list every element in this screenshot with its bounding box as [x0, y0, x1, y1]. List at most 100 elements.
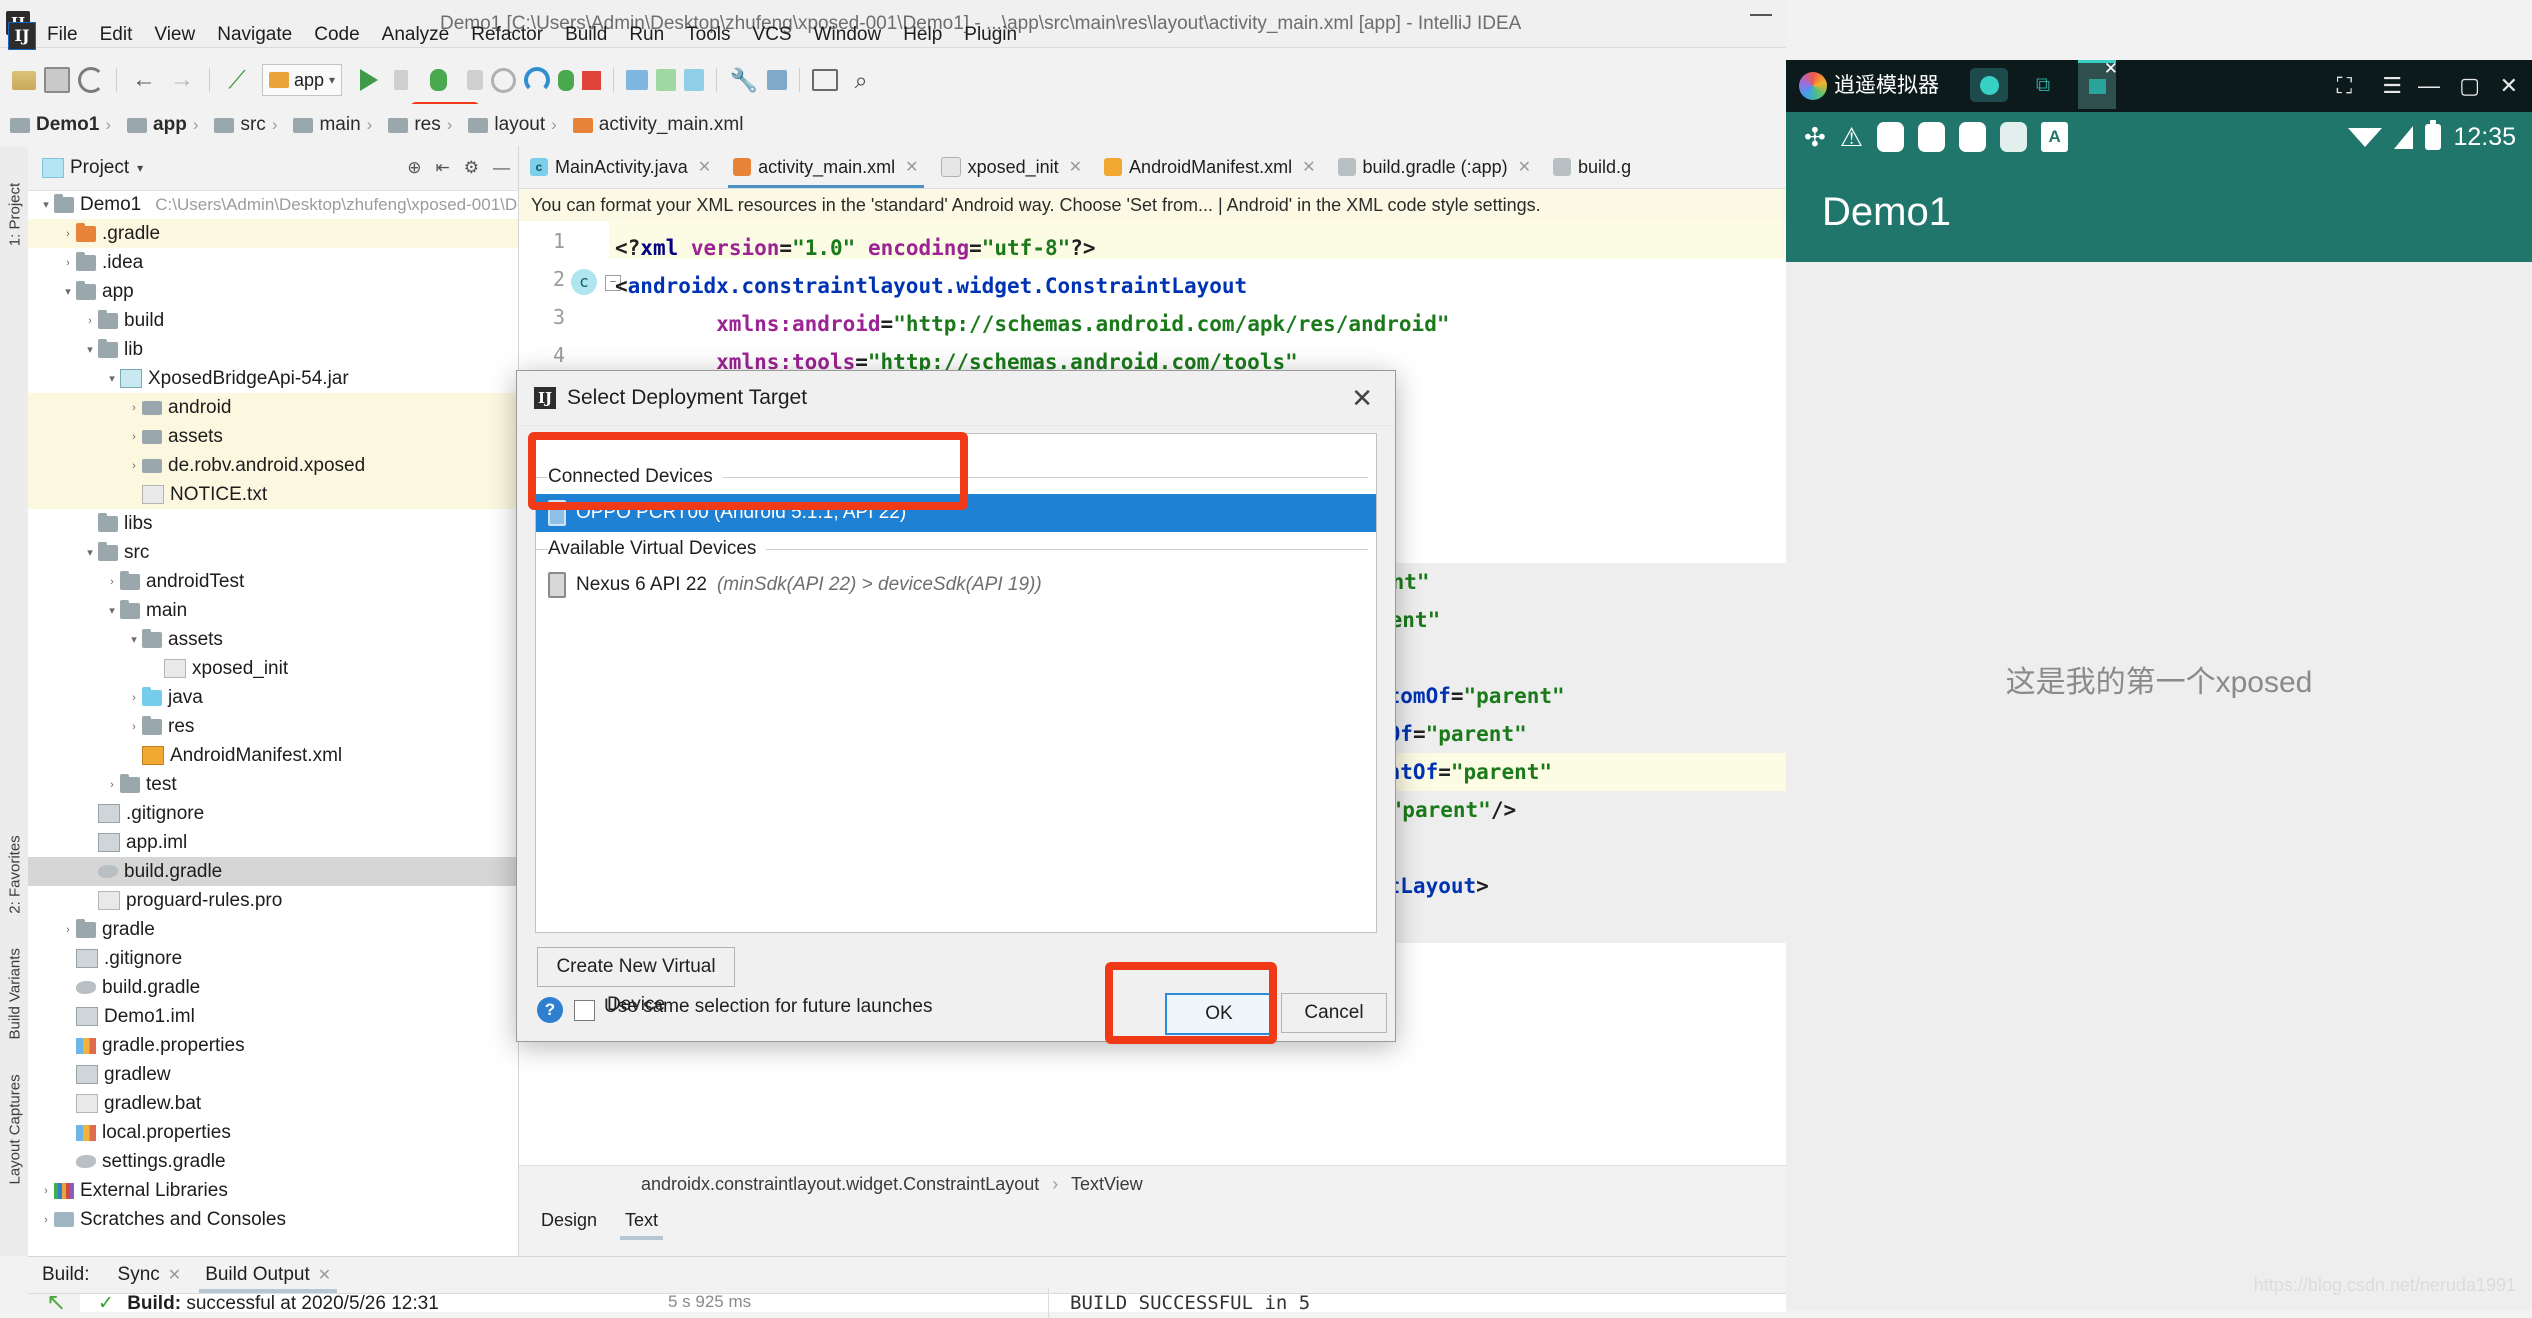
menu-item-tools[interactable]: Tools [675, 18, 741, 52]
chevron-right-icon[interactable]: › [126, 431, 142, 443]
terminal-icon[interactable] [812, 69, 839, 91]
chevron-right-icon[interactable]: › [82, 315, 98, 327]
sdk-manager-icon[interactable] [656, 69, 677, 91]
strip-label-build-variants[interactable]: Build Variants [7, 948, 24, 1039]
close-icon[interactable]: ✕ [905, 157, 918, 177]
tree-row[interactable]: app.iml [28, 828, 518, 857]
close-icon[interactable]: ✕ [168, 1265, 181, 1285]
cancel-button[interactable]: Cancel [1281, 993, 1387, 1033]
tree-row[interactable]: › java [28, 683, 518, 712]
chevron-down-icon[interactable]: ▾ [60, 285, 76, 298]
minimize-icon[interactable]: — [2418, 60, 2440, 112]
tree-row[interactable]: gradlew [28, 1060, 518, 1089]
menu-item-run[interactable]: Run [618, 18, 675, 52]
breadcrumb-item-main[interactable]: main [293, 114, 361, 136]
chevron-right-icon[interactable]: › [38, 1214, 54, 1226]
chevron-right-icon[interactable]: › [60, 228, 76, 240]
close-icon[interactable]: ✕ [1351, 384, 1373, 412]
tree-row[interactable]: build.gradle [28, 973, 518, 1002]
tree-row[interactable]: › Scratches and Consoles [28, 1205, 518, 1234]
menu-item-file[interactable]: File [36, 18, 89, 52]
back-arrow-icon[interactable]: ← [129, 65, 159, 95]
menu-item-edit[interactable]: Edit [89, 18, 144, 52]
maximize-icon[interactable]: ▢ [2459, 60, 2480, 112]
tab-design[interactable]: Design [541, 1210, 597, 1240]
tree-row[interactable]: settings.gradle [28, 1147, 518, 1176]
chevron-down-icon[interactable]: ▾ [82, 546, 98, 559]
editor-tab-activity-main-xml[interactable]: activity_main.xml ✕ [722, 146, 929, 188]
tree-row[interactable]: › .idea [28, 248, 518, 277]
build-result-row[interactable]: ✓ Build: successful at 2020/5/26 12:31 [98, 1292, 439, 1315]
use-same-selection-checkbox[interactable] [574, 1000, 595, 1021]
close-icon[interactable]: ✕ [318, 1265, 331, 1285]
window-minimize-button[interactable] [1750, 14, 1772, 16]
tree-row[interactable]: ▾ XposedBridgeApi-54.jar [28, 364, 518, 393]
analyze-icon[interactable] [524, 67, 551, 93]
chevron-right-icon[interactable]: › [126, 721, 142, 733]
tree-row[interactable]: › test [28, 770, 518, 799]
device-list[interactable]: Connected Devices OPPO PCRT00 (Android 5… [535, 433, 1377, 933]
breadcrumb-item-demo1[interactable]: Demo1 [10, 114, 99, 136]
close-icon[interactable]: ✕ [2500, 60, 2518, 112]
project-tree[interactable]: ▾ Demo1 C:\Users\Admin\Desktop\zhufeng\xpo… [28, 190, 518, 1256]
strip-label-layout-captures[interactable]: Layout Captures [7, 1074, 24, 1184]
tree-row[interactable]: ▾ assets [28, 625, 518, 654]
tab-text[interactable]: Text [620, 1210, 664, 1240]
device-row-connected[interactable]: OPPO PCRT00 (Android 5.1.1, API 22) [536, 494, 1376, 532]
chevron-right-icon[interactable]: › [60, 924, 76, 936]
breadcrumb-item-activity-main-xml[interactable]: activity_main.xml [572, 114, 743, 136]
module-selector[interactable]: app ▾ [262, 64, 343, 96]
tab-sync[interactable]: Sync ✕ [108, 1257, 192, 1293]
ok-button[interactable]: OK [1165, 993, 1273, 1035]
menu-item-plugin[interactable]: Plugin [953, 18, 1028, 52]
chevron-down-icon[interactable]: ▾ [38, 198, 54, 211]
emulator-tab-second[interactable]: ⧉ [2024, 68, 2062, 102]
tab-build-output[interactable]: Build Output ✕ [195, 1257, 341, 1293]
editor-tab-build-gradle---app-[interactable]: build.gradle (:app) ✕ [1327, 146, 1543, 188]
strip-label-favorites[interactable]: 2: Favorites [7, 830, 24, 920]
menu-item-code[interactable]: Code [303, 18, 370, 52]
chevron-down-icon[interactable]: ▾ [82, 343, 98, 356]
chevron-right-icon[interactable]: › [60, 257, 76, 269]
tree-row[interactable]: ▾ main [28, 596, 518, 625]
wrench-icon[interactable]: 🔧 [729, 65, 759, 95]
editor-tab-mainactivity-java[interactable]: c MainActivity.java ✕ [519, 146, 722, 188]
tree-row[interactable]: ▾ lib [28, 335, 518, 364]
sync-project-icon[interactable] [684, 69, 705, 91]
tree-row[interactable]: › android [28, 393, 518, 422]
tree-row[interactable]: local.properties [28, 1118, 518, 1147]
tree-row[interactable]: › de.robv.android.xposed [28, 451, 518, 480]
search-icon[interactable]: ⌕ [846, 65, 876, 95]
tree-row[interactable]: ▾ Demo1 C:\Users\Admin\Desktop\zhufeng\xpo… [28, 190, 518, 219]
chevron-right-icon[interactable]: › [126, 460, 142, 472]
save-icon[interactable] [44, 67, 70, 93]
tree-row[interactable]: .gitignore [28, 944, 518, 973]
avd-manager-icon[interactable] [626, 70, 649, 90]
editor-tab-xposed-init[interactable]: xposed_init ✕ [930, 146, 1093, 188]
chevron-right-icon[interactable]: › [104, 779, 120, 791]
menu-item-help[interactable]: Help [892, 18, 953, 52]
target-icon[interactable]: ⊕ [407, 158, 421, 178]
tree-row[interactable]: › .gradle [28, 219, 518, 248]
editor-tab-build-g[interactable]: build.g [1542, 146, 1642, 188]
tree-row[interactable]: › res [28, 712, 518, 741]
breadcrumb-item-res[interactable]: res [388, 114, 441, 136]
open-folder-icon[interactable] [12, 70, 36, 90]
menu-item-vcs[interactable]: VCS [742, 18, 803, 52]
debug-attach-icon[interactable] [558, 69, 575, 91]
close-icon[interactable]: ✕ [1518, 157, 1531, 177]
tree-row[interactable]: › build [28, 306, 518, 335]
collapse-all-icon[interactable]: ⇤ [436, 158, 450, 178]
run-icon[interactable] [360, 69, 379, 91]
breadcrumb-item-layout[interactable]: layout [468, 114, 545, 136]
menu-item-window[interactable]: Window [803, 18, 893, 52]
settings-gear-icon[interactable]: ⚙ [464, 158, 479, 178]
minimize-icon[interactable]: — [493, 158, 510, 178]
tree-row[interactable]: › gradle [28, 915, 518, 944]
breadcrumb-item-app[interactable]: app [127, 114, 187, 136]
close-icon[interactable]: ✕ [2104, 59, 2118, 79]
tree-row[interactable]: libs [28, 509, 518, 538]
breadcrumb-item-src[interactable]: src [214, 114, 266, 136]
class-marker-icon[interactable]: c [571, 269, 597, 295]
tree-row[interactable]: Demo1.iml [28, 1002, 518, 1031]
